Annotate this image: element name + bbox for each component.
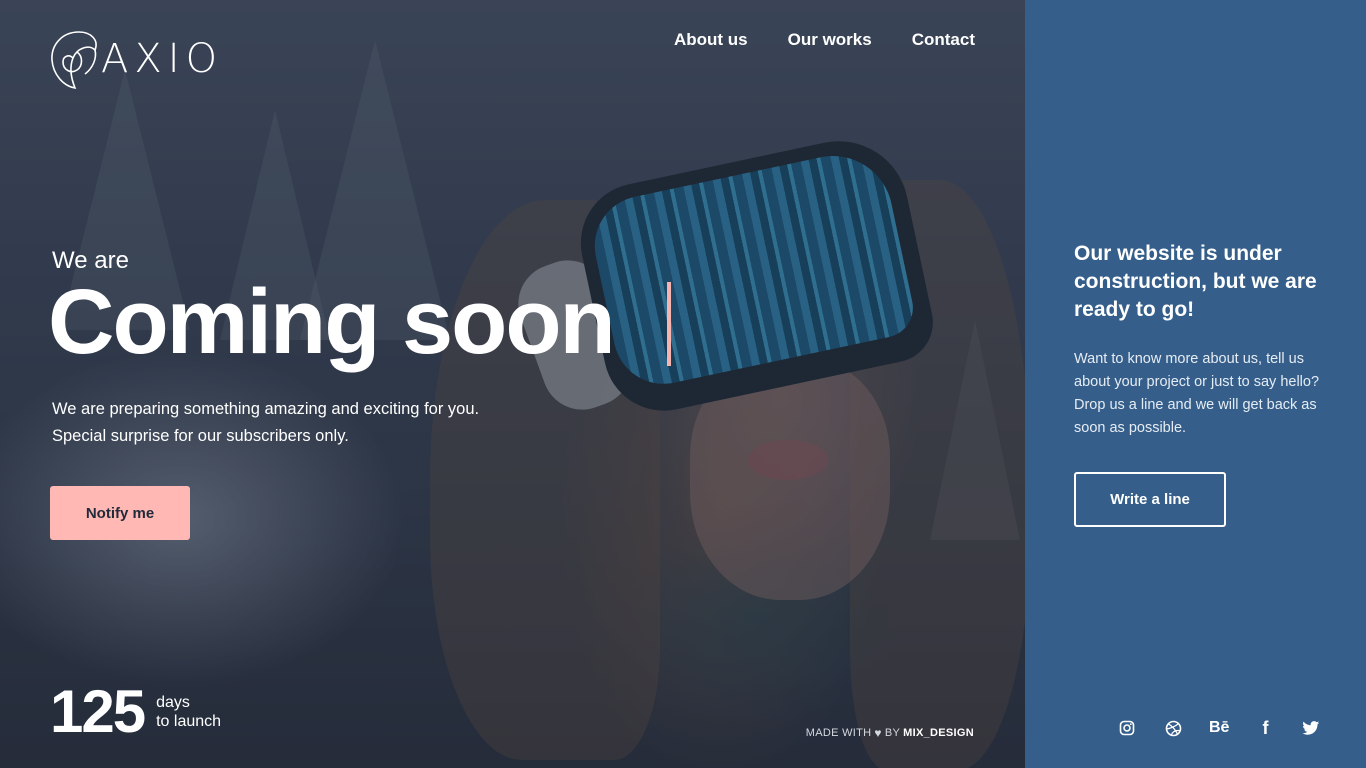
footer-credit: MADE WITH ♥ BY MIX_DESIGN	[806, 726, 974, 740]
countdown-unit: days	[156, 694, 190, 711]
panel-description: Want to know more about us, tell us abou…	[1074, 351, 1320, 436]
countdown-label: days to launch	[156, 693, 221, 731]
heart-icon: ♥	[874, 726, 882, 740]
social-links: Bē f	[1117, 718, 1321, 738]
write-a-line-button[interactable]: Write a line	[1074, 472, 1226, 527]
countdown-number: 125	[50, 678, 146, 745]
dribbble-icon[interactable]	[1163, 718, 1183, 738]
countdown-caption: to launch	[156, 713, 222, 730]
brand-logo[interactable]: AXIO	[49, 28, 223, 90]
behance-icon[interactable]: Bē	[1209, 718, 1229, 738]
logo-shell-icon	[51, 31, 97, 90]
credit-author-link[interactable]: MIX_DESIGN	[903, 727, 974, 739]
hero-headline: Coming soon	[48, 271, 616, 373]
notify-me-button[interactable]: Notify me	[50, 486, 190, 540]
panel-title: Our website is under construction, but w…	[1074, 242, 1317, 321]
hero-overlay	[0, 0, 1025, 768]
hero-subtitle-line: We are preparing something amazing and e…	[52, 400, 480, 418]
typing-cursor	[667, 282, 671, 366]
facebook-icon[interactable]: f	[1255, 718, 1275, 738]
twitter-icon[interactable]	[1301, 718, 1321, 738]
instagram-icon[interactable]	[1117, 718, 1137, 738]
main-nav: About us Our works Contact	[674, 30, 975, 50]
nav-contact[interactable]: Contact	[912, 30, 975, 50]
launch-countdown: 125 days to launch	[50, 682, 221, 742]
hero-background	[0, 0, 1025, 768]
credit-prefix: MADE WITH	[805, 727, 872, 739]
nav-our-works[interactable]: Our works	[788, 30, 872, 50]
credit-by: BY	[884, 727, 901, 739]
hero-subtitle: We are preparing something amazing and e…	[52, 396, 479, 450]
logo-text: AXIO	[101, 36, 224, 82]
nav-about-us[interactable]: About us	[674, 30, 748, 50]
hero-subtitle-line: Special surprise for our subscribers onl…	[52, 427, 349, 445]
contact-panel: Our website is under construction, but w…	[1025, 0, 1366, 768]
